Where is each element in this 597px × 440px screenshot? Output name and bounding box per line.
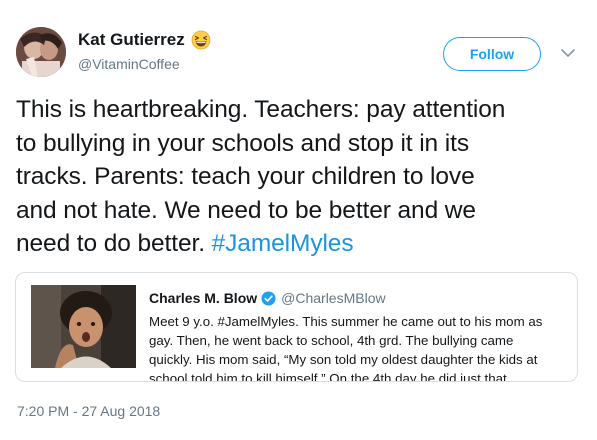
author-name-text[interactable]: Kat Gutierrez (78, 30, 185, 50)
quoted-line: Meet 9 y.o. #JamelMyles. This summer he … (149, 314, 543, 329)
quoted-author[interactable]: Charles M. Blow @CharlesMBlow (149, 290, 386, 306)
grinning-squinting-face-icon (191, 30, 211, 50)
tweet-line: need to do better. (16, 230, 212, 257)
follow-button[interactable]: Follow (443, 37, 541, 71)
quoted-tweet-image (31, 285, 136, 368)
tweet-line: This is heartbreaking. Teachers: pay att… (16, 96, 506, 123)
author-name[interactable]: Kat Gutierrez (78, 30, 211, 50)
chevron-down-icon[interactable] (560, 47, 576, 59)
quoted-author-name[interactable]: Charles M. Blow (149, 290, 257, 306)
tweet-line: to bullying in your schools and stop it … (16, 129, 469, 157)
quoted-author-handle[interactable]: @CharlesMBlow (281, 290, 385, 306)
author-avatar[interactable] (16, 27, 66, 77)
author-handle[interactable]: @VitaminCoffee (78, 56, 180, 72)
quoted-tweet-text: Meet 9 y.o. #JamelMyles. This summer he … (149, 312, 569, 382)
hashtag-link[interactable]: #JamelMyles (212, 230, 354, 257)
tweet-timestamp[interactable]: 7:20 PM - 27 Aug 2018 (17, 403, 160, 419)
tweet-line-last: need to do better. #JamelMyles (16, 227, 586, 261)
tweet-line: tracks. Parents: teach your children to … (16, 163, 475, 190)
quoted-tweet[interactable]: Charles M. Blow @CharlesMBlow Meet 9 y.o… (15, 272, 578, 382)
quoted-line: quickly. His mom said, “My son told my o… (149, 352, 538, 367)
verified-badge-icon (261, 290, 276, 306)
quoted-line: school told him to kill himself.” On the… (149, 371, 522, 382)
quoted-line: gay. Then, he went back to school, 4th g… (149, 333, 514, 348)
tweet-line: and not hate. We need to be better and w… (16, 196, 476, 224)
tweet-text: This is heartbreaking. Teachers: pay att… (16, 93, 586, 261)
